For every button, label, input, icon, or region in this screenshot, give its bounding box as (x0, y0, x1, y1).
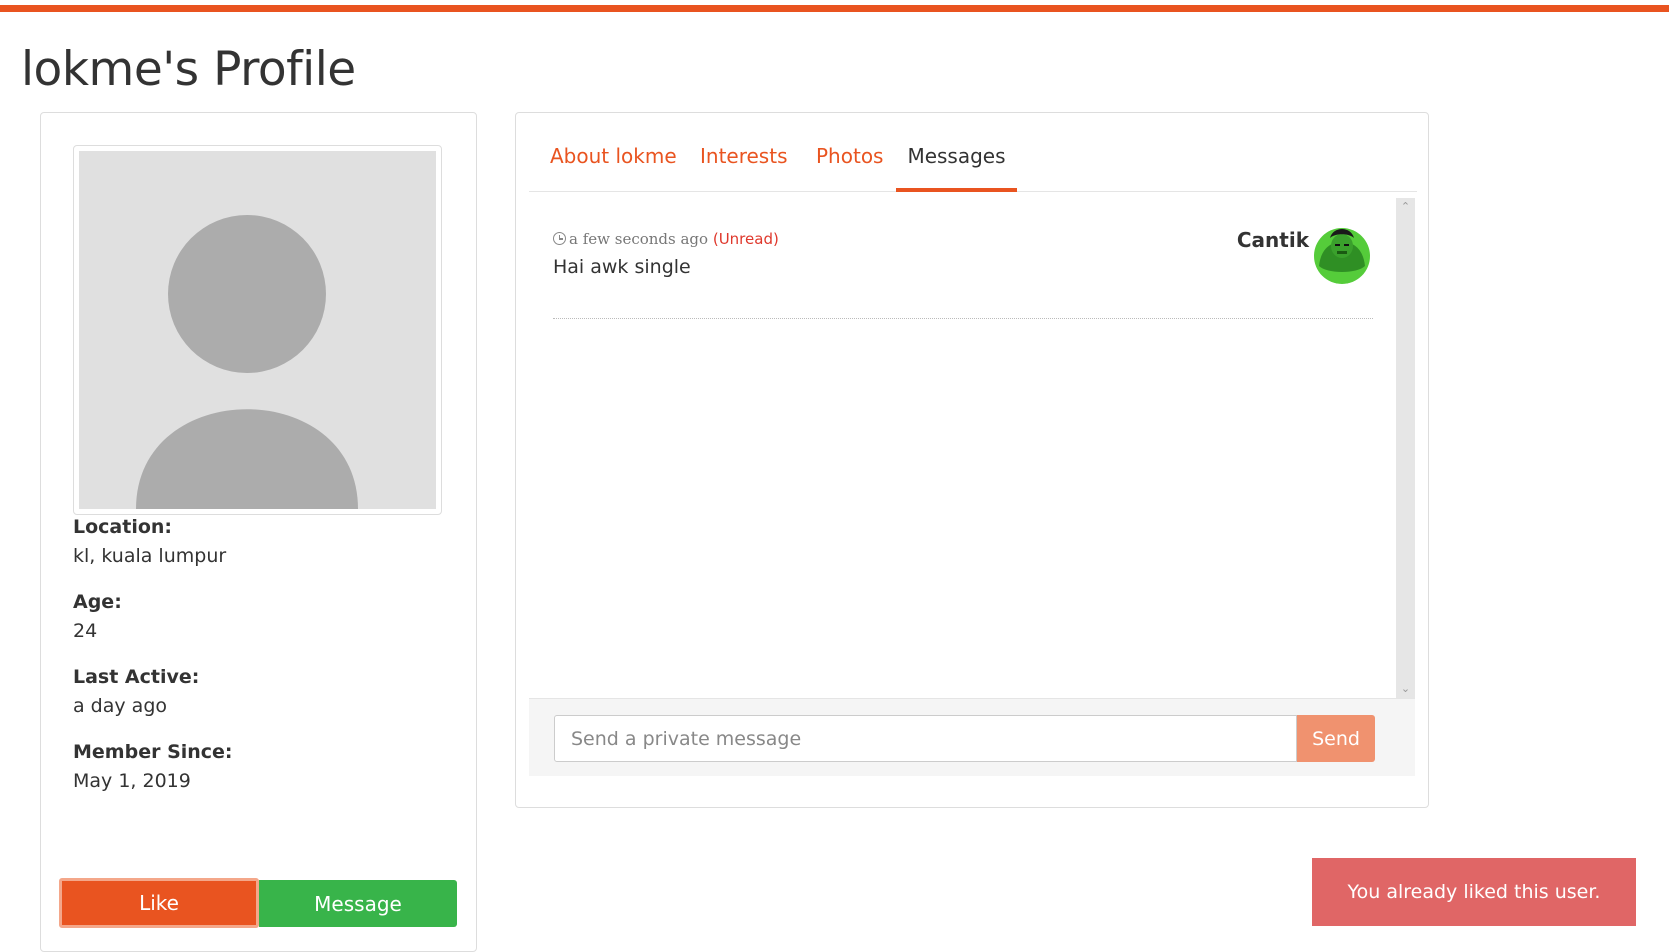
tab-messages[interactable]: Messages (896, 125, 1017, 192)
thread-scrollbar[interactable]: ⌃ ⌄ (1396, 198, 1415, 698)
compose-bar: Send (529, 698, 1415, 776)
hulk-avatar-icon[interactable] (1311, 224, 1373, 284)
location-label: Location: (73, 516, 173, 538)
sender-name[interactable]: Cantik (1237, 228, 1309, 252)
member-since-label: Member Since: (73, 741, 233, 763)
profile-tabs-card: About lokme Interests Photos Messages a … (515, 112, 1429, 808)
unread-badge: (Unread) (712, 230, 779, 248)
message-meta: a few seconds ago (Unread) (553, 230, 779, 248)
member-since-value: May 1, 2019 (73, 770, 191, 792)
like-button[interactable]: Like (59, 878, 259, 928)
scroll-down-icon[interactable]: ⌄ (1396, 681, 1415, 697)
message-text: Hai awk single (553, 256, 691, 278)
last-active-value: a day ago (73, 695, 167, 717)
tab-bar: About lokme Interests Photos Messages (529, 125, 1417, 192)
toast-notification[interactable]: You already liked this user. (1312, 858, 1636, 926)
tab-interests[interactable]: Interests (700, 125, 788, 192)
last-active-field: Last Active: a day ago (73, 663, 199, 721)
message-thread[interactable]: a few seconds ago (Unread) Hai awk singl… (529, 198, 1415, 698)
page-title: lokme's Profile (21, 42, 356, 97)
scroll-up-icon[interactable]: ⌃ (1396, 199, 1415, 215)
send-button[interactable]: Send (1297, 715, 1375, 762)
top-accent-bar (0, 5, 1669, 12)
message-item: a few seconds ago (Unread) Hai awk singl… (553, 198, 1373, 319)
age-label: Age: (73, 591, 122, 613)
member-since-field: Member Since: May 1, 2019 (73, 738, 233, 796)
profile-card: Location: kl, kuala lumpur Age: 24 Last … (40, 112, 477, 952)
message-time: a few seconds ago (569, 230, 709, 248)
last-active-label: Last Active: (73, 666, 200, 688)
private-message-input[interactable] (554, 715, 1297, 762)
age-field: Age: 24 (73, 588, 122, 646)
location-value: kl, kuala lumpur (73, 545, 227, 567)
age-value: 24 (73, 620, 98, 642)
clock-icon (553, 232, 566, 245)
tab-photos[interactable]: Photos (816, 125, 883, 192)
location-field: Location: kl, kuala lumpur (73, 513, 226, 571)
profile-photo (73, 145, 442, 515)
message-button[interactable]: Message (259, 880, 457, 927)
default-avatar-icon (79, 151, 436, 509)
tab-about[interactable]: About lokme (550, 125, 677, 192)
